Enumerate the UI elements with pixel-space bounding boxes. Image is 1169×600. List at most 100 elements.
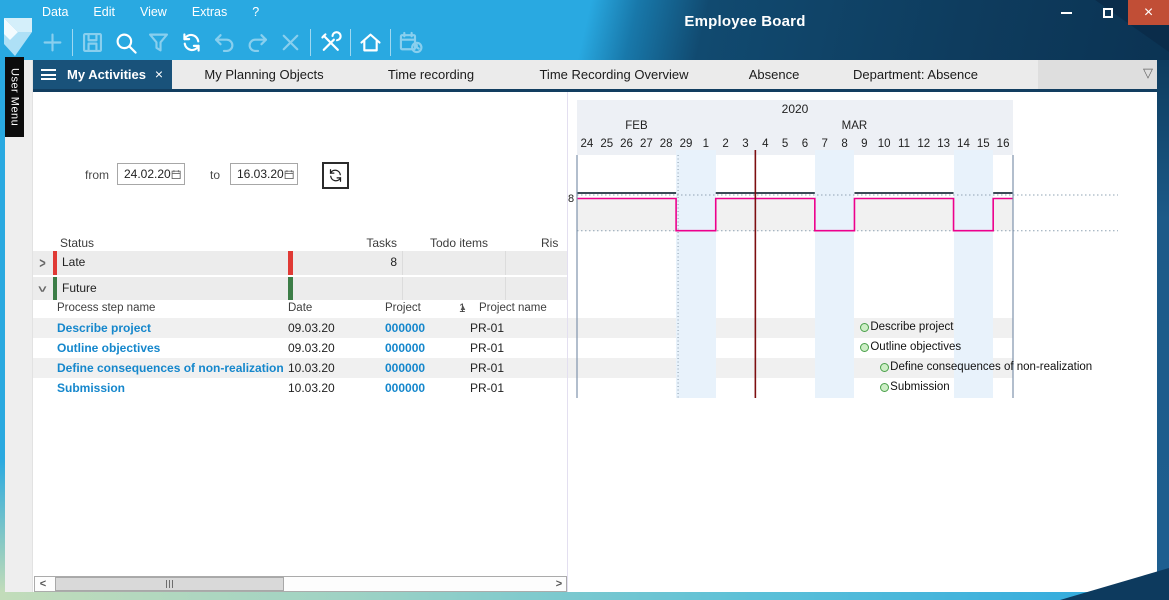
collapsed-sidebar	[5, 60, 33, 592]
process-step-link[interactable]: Submission	[57, 381, 125, 395]
horizontal-scrollbar[interactable]: < >	[34, 576, 567, 592]
new-button	[36, 26, 69, 58]
process-step-row[interactable]: Describe project09.03.20000000PR-01	[33, 318, 568, 338]
toolbar-separator	[390, 29, 391, 56]
refresh-button[interactable]	[175, 26, 208, 58]
window-controls: ×	[1046, 0, 1169, 25]
expand-icon[interactable]: >	[39, 255, 45, 272]
tab-time-recording-overview[interactable]: Time Recording Overview	[506, 60, 722, 89]
tab-label: Department: Absence	[853, 67, 978, 82]
tab-time-recording[interactable]: Time recording	[356, 60, 506, 89]
group-name: Future	[62, 281, 97, 295]
group-row-future[interactable]: > Future	[33, 277, 568, 300]
col-header-date[interactable]: Date	[288, 302, 312, 314]
plus-icon	[39, 29, 66, 56]
milestone-icon[interactable]	[880, 363, 889, 372]
milestone-icon[interactable]	[880, 383, 889, 392]
from-date-input[interactable]: 24.02.20	[117, 163, 185, 185]
toolbar-separator	[350, 29, 351, 56]
filter-icon	[145, 29, 172, 56]
group-name: Late	[62, 255, 85, 269]
project-link[interactable]: 000000	[385, 321, 425, 335]
user-menu-label: User Menu	[9, 68, 21, 126]
step-date: 09.03.20	[288, 341, 335, 355]
group-row-late[interactable]: > Late 8	[33, 251, 568, 275]
menu-item-data[interactable]: Data	[42, 4, 81, 22]
col-header-status[interactable]: Status	[60, 236, 94, 250]
process-step-link[interactable]: Describe project	[57, 321, 151, 335]
menu-item-view[interactable]: View	[140, 4, 180, 22]
tools-button[interactable]	[314, 26, 347, 58]
tab-close-icon[interactable]: ×	[155, 66, 163, 82]
from-date-value: 24.02.20	[124, 167, 171, 181]
to-date-input[interactable]: 16.03.20	[230, 163, 298, 185]
process-step-row[interactable]: Outline objectives 09.03.20 000000 PR-01	[33, 338, 568, 358]
project-name: PR-01	[470, 361, 504, 375]
window-border-right	[1157, 60, 1169, 592]
col-header-process-step[interactable]: Process step name	[57, 302, 155, 314]
calendar-clock-icon	[397, 29, 424, 56]
milestone-icon[interactable]	[860, 323, 869, 332]
tab-my-planning-objects[interactable]: My Planning Objects	[172, 60, 356, 89]
col-header-project-name[interactable]: Project name	[479, 302, 547, 314]
status-color-bar	[288, 277, 293, 300]
scrollbar-thumb[interactable]	[55, 577, 284, 591]
process-step-row[interactable]: Define consequences of non-realization 10…	[33, 358, 568, 378]
col-header-tasks[interactable]: Tasks	[333, 236, 397, 250]
tab-department-absence[interactable]: Department: Absence	[826, 60, 1005, 89]
step-date: 10.03.20	[288, 361, 335, 375]
calendar-icon[interactable]	[171, 168, 181, 181]
scroll-left-button[interactable]: <	[35, 577, 51, 591]
status-color-bar	[53, 277, 57, 300]
user-menu-tab[interactable]: User Menu	[5, 57, 24, 137]
close-button[interactable]: ×	[1128, 0, 1169, 25]
scroll-right-button[interactable]: >	[551, 577, 567, 591]
collapse-icon[interactable]: >	[34, 286, 51, 292]
toolbar-separator	[72, 29, 73, 56]
col-header-risks[interactable]: Ris	[541, 236, 558, 250]
tab-absence[interactable]: Absence	[722, 60, 826, 89]
process-step-row[interactable]: Submission 10.03.20 000000 PR-01	[33, 378, 568, 398]
to-date-value: 16.03.20	[237, 167, 284, 181]
project-link[interactable]: 000000	[385, 341, 425, 355]
search-icon	[112, 29, 139, 56]
project-link[interactable]: 000000	[385, 361, 425, 375]
from-label: from	[85, 168, 109, 182]
minimize-button[interactable]	[1046, 0, 1087, 25]
milestone-icon[interactable]	[860, 343, 869, 352]
col-header-todo-items[interactable]: Todo items	[423, 236, 488, 250]
calendar-icon[interactable]	[284, 168, 294, 181]
app-logo-icon	[2, 16, 36, 58]
group-tasks-count: 8	[333, 255, 397, 269]
undo-icon	[211, 29, 238, 56]
redo-button	[241, 26, 274, 58]
planning-calendar-button	[394, 26, 427, 58]
process-step-link[interactable]: Define consequences of non-realization	[57, 361, 284, 375]
tab-overflow-dropdown-icon[interactable]: ▽	[1143, 65, 1153, 81]
project-name: PR-01	[470, 341, 504, 355]
col-header-project[interactable]: Project	[385, 302, 421, 314]
menu-item-[interactable]: ?	[252, 4, 272, 22]
tools-icon	[317, 29, 344, 56]
home-icon	[357, 29, 384, 56]
minimize-icon	[1061, 12, 1072, 14]
step-date: 10.03.20	[288, 381, 335, 395]
window-title: Employee Board	[620, 13, 870, 30]
redo-icon	[244, 29, 271, 56]
project-name: PR-01	[470, 381, 504, 395]
tab-my-activities[interactable]: My Activities×	[33, 60, 172, 89]
menu-item-extras[interactable]: Extras	[192, 4, 240, 22]
apply-refresh-button[interactable]	[322, 162, 349, 189]
hamburger-icon[interactable]	[41, 69, 56, 80]
tab-label: Time recording	[388, 67, 474, 82]
window-border-left	[0, 60, 5, 592]
home-button[interactable]	[354, 26, 387, 58]
process-step-link[interactable]: Outline objectives	[57, 341, 160, 355]
menu-item-edit[interactable]: Edit	[93, 4, 128, 22]
search-button[interactable]	[109, 26, 142, 58]
window-border-bottom	[0, 592, 1169, 600]
project-link[interactable]: 000000	[385, 381, 425, 395]
menu-bar: Data Edit View Extras?	[42, 4, 284, 22]
maximize-button[interactable]	[1087, 0, 1128, 25]
refresh-icon	[178, 29, 205, 56]
